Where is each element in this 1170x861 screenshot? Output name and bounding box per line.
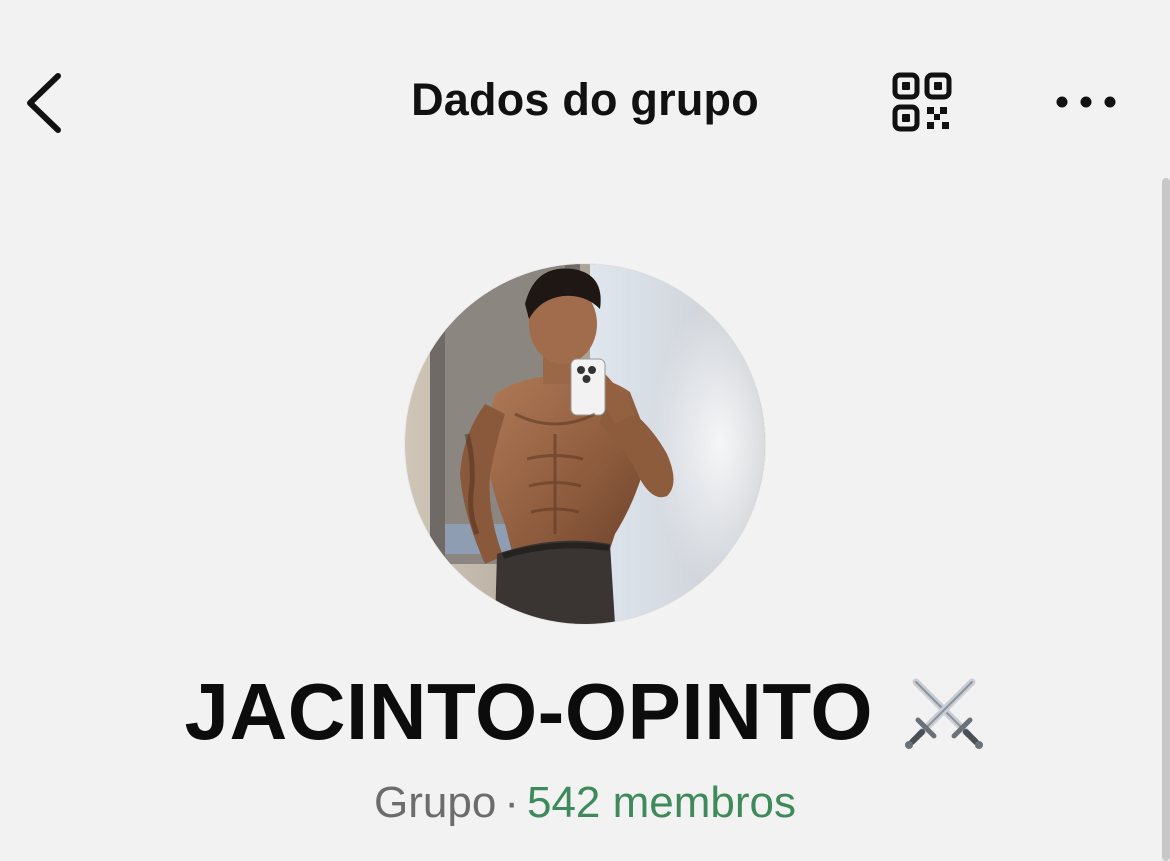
chevron-left-icon (27, 73, 61, 133)
more-options-button[interactable] (1050, 80, 1122, 124)
page-title: Dados do grupo (411, 74, 759, 125)
group-name-row: JACINTO-OPINTO (0, 666, 1170, 758)
group-info-screen: Dados do grupo JACINTO-OPINTO Grupo · 54… (0, 0, 1170, 861)
group-avatar[interactable] (405, 264, 765, 624)
members-count-link[interactable]: 542 membros (527, 778, 796, 827)
qr-code-icon (892, 72, 952, 132)
crossed-swords-icon (902, 670, 986, 754)
qr-code-button[interactable] (890, 70, 956, 136)
subtitle-separator: · (504, 778, 519, 827)
group-type-label: Grupo (374, 778, 497, 827)
ellipsis-icon (1056, 96, 1116, 108)
group-subtitle: Grupo · 542 membros (0, 778, 1170, 828)
back-button[interactable] (22, 68, 72, 138)
avatar-photo (405, 264, 765, 624)
group-name: JACINTO-OPINTO (184, 667, 874, 756)
scrollbar[interactable] (1162, 178, 1170, 861)
